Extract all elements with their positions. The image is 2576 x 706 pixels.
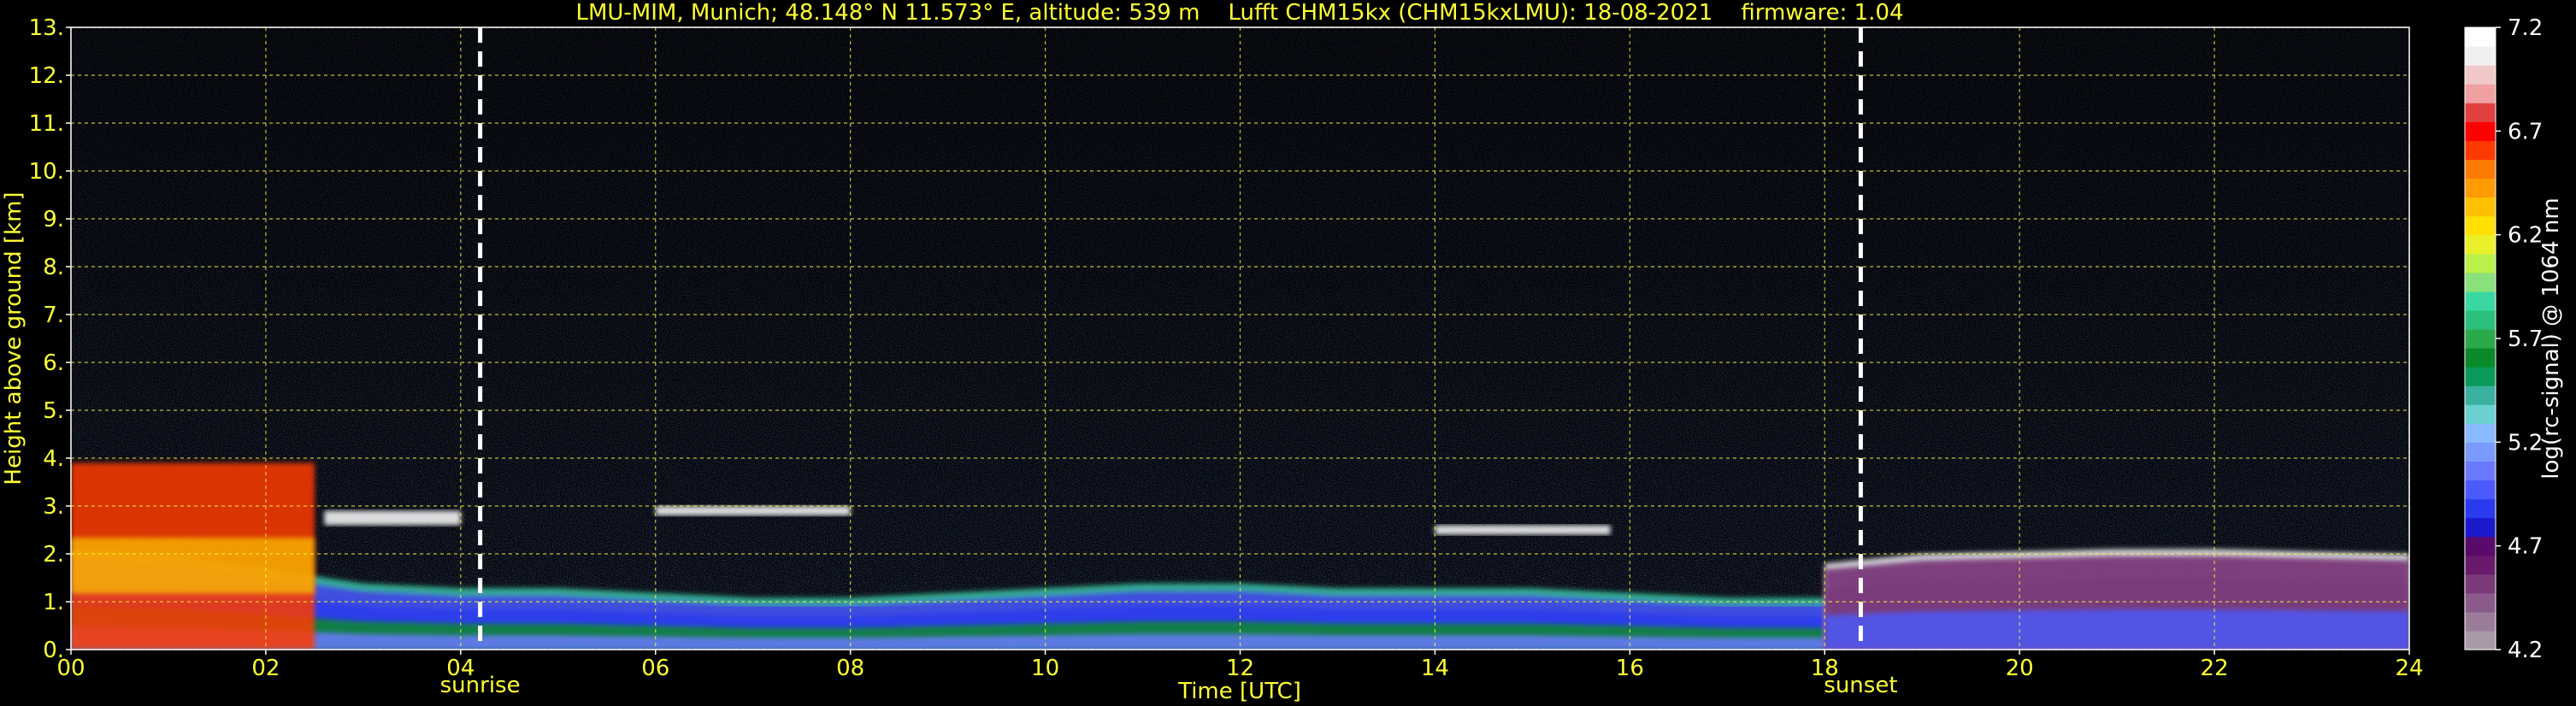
colorbar-segment [2465, 574, 2496, 594]
y-tick-label: 3. [43, 494, 64, 520]
y-tick-label: 5. [43, 398, 64, 424]
y-tick-label: 7. [43, 303, 64, 328]
x-tick-label: 04 [446, 656, 475, 681]
x-tick-label: 22 [2201, 656, 2229, 681]
colorbar-segment [2465, 592, 2496, 613]
colorbar-segment [2465, 404, 2496, 424]
colorbar-segment [2465, 234, 2496, 255]
x-tick-label: 16 [1616, 656, 1644, 681]
x-tick-label: 20 [2006, 656, 2034, 681]
colorbar-segment [2465, 215, 2496, 236]
colorbar-segment [2465, 611, 2496, 632]
y-tick-label: 13. [29, 15, 64, 41]
colorbar-label: log(rc-signal) @ 1064 nm [2538, 197, 2564, 479]
colorbar: 4.24.75.25.76.26.77.2 [2464, 15, 2543, 663]
y-tick-label: 10. [29, 159, 64, 185]
colorbar-segment [2465, 517, 2496, 538]
colorbar-segment [2465, 348, 2496, 368]
colorbar-tick-label: 6.7 [2508, 119, 2543, 144]
colorbar-segment [2465, 328, 2496, 349]
x-tick-label: 02 [251, 656, 280, 681]
chart: sunrise sunset 00 02 04 06 08 10 12 14 16 18 20 22 24… [1, 0, 2564, 704]
x-axis: 00 02 04 06 08 10 12 14 16 18 20 22 24 [56, 650, 2424, 681]
colorbar-tick-label: 7.2 [2508, 15, 2543, 41]
colorbar-tick-label: 4.7 [2508, 534, 2543, 560]
colorbar-segment [2465, 84, 2496, 103]
colorbar-segment [2465, 442, 2496, 462]
y-tick-label: 8. [43, 255, 64, 280]
residual-layer-band-3 [1824, 609, 2409, 650]
colorbar-segment [2465, 197, 2496, 217]
colorbar-segment [2465, 367, 2496, 386]
colorbar-segment [2465, 253, 2496, 274]
x-tick-label: 18 [1811, 656, 1839, 681]
colorbar-segment [2465, 423, 2496, 443]
colorbar-segment [2465, 178, 2496, 198]
y-tick-label: 4. [43, 446, 64, 472]
y-axis-label: Height above ground [km] [1, 191, 27, 485]
y-tick-label: 11. [29, 111, 64, 137]
colorbar-segment [2465, 479, 2496, 500]
y-tick-label: 12. [29, 63, 64, 89]
cloud-4 [1435, 525, 1611, 535]
colorbar-segment [2465, 461, 2496, 481]
x-tick-label: 12 [1226, 656, 1254, 681]
colorbar-segment [2465, 103, 2496, 122]
cloud-5 [324, 510, 461, 526]
x-axis-label: Time [UTC] [1177, 679, 1301, 704]
colorbar-segment [2465, 536, 2496, 556]
colorbar-segment [2465, 27, 2496, 47]
x-tick-label: 08 [836, 656, 864, 681]
colorbar-segment [2465, 140, 2496, 161]
colorbar-segment [2465, 121, 2496, 141]
y-tick-label: 1. [43, 590, 64, 615]
colorbar-segment [2465, 309, 2496, 330]
colorbar-segment [2465, 272, 2496, 292]
colorbar-segment [2465, 65, 2496, 85]
colorbar-segment [2465, 291, 2496, 311]
colorbar-segment [2465, 498, 2496, 519]
colorbar-segment [2465, 385, 2496, 405]
x-tick-label: 14 [1421, 656, 1449, 681]
colorbar-segment [2465, 46, 2496, 66]
colorbar-segment [2465, 159, 2496, 179]
x-tick-label: 10 [1031, 656, 1059, 681]
colorbar-tick-label: 4.2 [2508, 638, 2543, 663]
chart-title: LMU-MIM, Munich; 48.148° N 11.573° E, al… [575, 0, 1903, 26]
y-tick-label: 0. [43, 638, 64, 663]
y-tick-label: 9. [43, 207, 64, 232]
colorbar-segment [2465, 555, 2496, 575]
cloud-3 [655, 506, 851, 516]
y-tick-label: 2. [43, 542, 64, 568]
colorbar-segment [2465, 630, 2496, 650]
cloud-core-2 [71, 537, 315, 594]
y-axis: 0. 1. 2. 3. 4. 5. 6. 7. 8. 9. 10. 11. 12. 13. [29, 15, 71, 663]
y-tick-label: 6. [43, 350, 64, 376]
x-tick-label: 06 [641, 656, 669, 681]
x-tick-label: 24 [2395, 656, 2423, 681]
